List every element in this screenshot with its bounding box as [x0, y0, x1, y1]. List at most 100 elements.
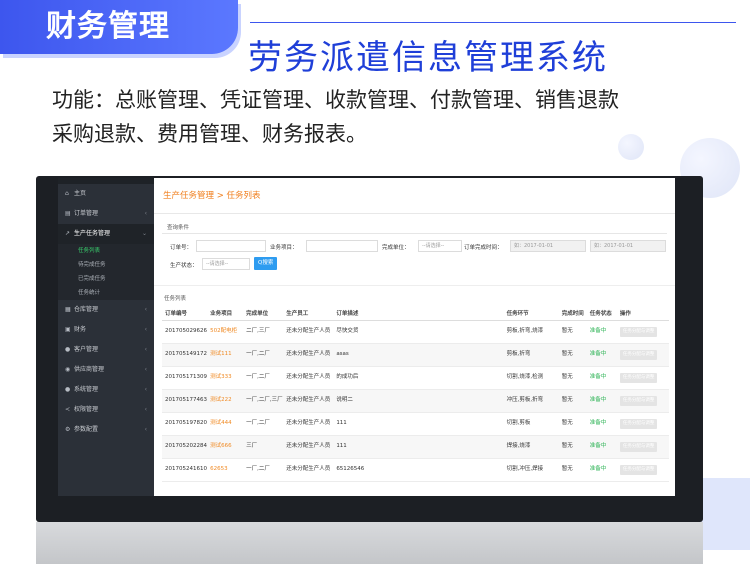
table-cell: 焊接,烧漆	[503, 435, 559, 459]
chevron-icon: ‹	[144, 346, 147, 353]
sidebar-item-icon: ≺	[65, 406, 71, 413]
sidebar-subitem[interactable]: 任务统计	[58, 286, 154, 300]
sidebar-item[interactable]: ▤ 订单管理 ‹	[58, 204, 154, 224]
table-cell: 一厂,二厂,三厂	[243, 389, 284, 413]
table-cell: 暂无	[558, 435, 587, 459]
business-input[interactable]	[306, 240, 378, 252]
unit-label: 完成单位：	[382, 245, 410, 251]
table-cell: asas	[333, 343, 504, 367]
chevron-icon: ‹	[144, 406, 147, 413]
sidebar-item-icon: ⚙	[65, 426, 71, 433]
date-to-input[interactable]: 如：2017-01-01	[590, 240, 666, 252]
order-no-label: 订单号：	[170, 245, 193, 251]
table-row: 201705029626 502配电柜 二厂,三厂 还未分配生产人员 尽快交货 剪板,折弯…	[162, 320, 669, 344]
table-cell: 一厂,二厂	[243, 343, 284, 367]
table-cell: 测试666	[207, 435, 244, 459]
sidebar-item[interactable]: ⚙ 参数配置 ‹	[58, 420, 154, 440]
task-table: 订单编号 业务项目 完成单位 生产员工 订单描述 任务环节 完成时间 任务状态 操作 20170…	[162, 306, 669, 482]
table-cell: 准备中	[586, 435, 617, 459]
assign-task-button[interactable]: 任务分配与调整	[619, 372, 658, 383]
sidebar-item[interactable]: ● 系统管理 ‹	[58, 380, 154, 400]
status-select[interactable]: --请选择--	[202, 258, 250, 270]
sidebar-item[interactable]: ● 客户管理 ‹	[58, 340, 154, 360]
table-cell: 暂无	[558, 343, 587, 367]
sidebar-subitem[interactable]: 已完成任务	[58, 272, 154, 286]
list-section-label: 任务列表	[154, 285, 675, 302]
table-cell: 201705171309	[162, 366, 208, 390]
decor-bubble	[618, 134, 644, 160]
deadline-label: 订单完成时间：	[464, 245, 503, 251]
unit-select[interactable]: --请选择--	[418, 240, 462, 252]
app-screen: ⌂ 主页 ▤ 订单管理 ‹ ↗ 生产任务管理 ⌄ 任务列表 待完成任务 已完成任务 任务统计 ▦ 仓库管理…	[58, 178, 675, 496]
table-row: 201705202284 测试666 三厂 还未分配生产人员 111 焊接,烧漆 暂无 准备中…	[162, 435, 669, 459]
sidebar-item[interactable]: ≺ 权限管理 ‹	[58, 400, 154, 420]
table-cell: 三厂	[243, 435, 284, 459]
table-row: 201705149172 测试111 一厂,二厂 还未分配生产人员 asas 剪板,折弯暂…	[162, 343, 669, 367]
section-badge: 财务管理	[0, 0, 238, 54]
table-cell: 测试222	[207, 389, 244, 413]
table-cell: 201705202284	[162, 435, 208, 459]
table-cell: 测试333	[207, 366, 244, 390]
sidebar-item-label: 生产任务管理	[74, 230, 111, 237]
sidebar-item-icon: ●	[65, 386, 71, 393]
sidebar-subitem[interactable]: 待完成任务	[58, 258, 154, 272]
sidebar-item-icon: ●	[65, 346, 71, 353]
sidebar-subitem[interactable]: 任务列表	[58, 244, 154, 258]
date-from-input[interactable]: 如：2017-01-01	[510, 240, 586, 252]
table-cell: 还未分配生产人员	[283, 389, 334, 413]
decor-panel	[700, 478, 750, 550]
chevron-icon: ‹	[144, 210, 147, 217]
sidebar-item[interactable]: ⌂ 主页	[58, 184, 154, 204]
table-cell: 准备中	[586, 389, 617, 413]
sidebar-item-icon: ↗	[65, 230, 71, 237]
assign-task-button[interactable]: 任务分配与调整	[619, 418, 658, 429]
column-header: 订单编号	[162, 306, 208, 321]
chevron-icon: ‹	[144, 306, 147, 313]
sidebar-item[interactable]: ◉ 供应商管理 ‹	[58, 360, 154, 380]
table-cell: 准备中	[586, 412, 617, 436]
sidebar-submenu: 任务列表 待完成任务 已完成任务 任务统计	[58, 244, 154, 300]
table-row: 201705171309 测试333 一厂,二厂 还未分配生产人员 的成功后 切割,烧漆,…	[162, 366, 669, 390]
table-cell: 还未分配生产人员	[283, 366, 334, 390]
table-cell: 任务分配与调整	[616, 458, 669, 482]
search-button[interactable]: Q搜索	[254, 257, 278, 270]
table-cell: 还未分配生产人员	[283, 435, 334, 459]
column-header: 完成时间	[558, 306, 587, 321]
sidebar-item-icon: ▣	[65, 326, 71, 333]
assign-task-button[interactable]: 任务分配与调整	[619, 464, 658, 475]
table-row: 201705177463 测试222 一厂,二厂,三厂 还未分配生产人员 说明二 冲压,剪…	[162, 389, 669, 413]
query-form: 订单号： 业务项目： 完成单位： --请选择-- 订单完成时间： 如：2017-…	[162, 233, 667, 279]
query-section-label: 查询条件	[167, 225, 190, 231]
page-title: 劳务派遣信息管理系统	[248, 38, 608, 78]
table-cell: 测试444	[207, 412, 244, 436]
sidebar-item-icon: ⌂	[65, 190, 69, 197]
sidebar-item[interactable]: ▣ 财务 ‹	[58, 320, 154, 340]
column-header: 操作	[616, 306, 669, 321]
sidebar-item-label: 主页	[74, 190, 87, 197]
sidebar-item-icon: ◉	[65, 366, 71, 373]
assign-task-button[interactable]: 任务分配与调整	[619, 349, 658, 360]
feature-description-line-2: 采购退款、费用管理、财务报表。	[52, 122, 367, 146]
assign-task-button[interactable]: 任务分配与调整	[619, 441, 658, 452]
chevron-icon: ‹	[144, 326, 147, 333]
table-cell: 准备中	[586, 458, 617, 482]
assign-task-button[interactable]: 任务分配与调整	[619, 395, 658, 406]
sidebar-item[interactable]: ↗ 生产任务管理 ⌄	[58, 224, 154, 244]
table-cell: 说明二	[333, 389, 504, 413]
main-content: 生产任务管理 > 任务列表 查询条件 订单号： 业务项目： 完成单位： --请选…	[154, 178, 675, 496]
table-cell: 暂无	[558, 412, 587, 436]
sidebar-item-label: 权限管理	[74, 406, 99, 413]
order-no-input[interactable]	[196, 240, 266, 252]
table-cell: 尽快交货	[333, 320, 504, 344]
sidebar-item-label: 仓库管理	[74, 306, 99, 313]
table-cell: 201705029626	[162, 320, 208, 344]
table-cell: 任务分配与调整	[616, 412, 669, 436]
column-header: 生产员工	[283, 306, 334, 321]
table-cell: 切割,冲压,焊接	[503, 458, 559, 482]
assign-task-button[interactable]: 任务分配与调整	[619, 326, 658, 337]
table-cell: 201705241610	[162, 458, 208, 482]
table-row: 201705241610 62653 一厂,二厂 还未分配生产人员 65126546 切割…	[162, 458, 669, 482]
sidebar-item[interactable]: ▦ 仓库管理 ‹	[58, 300, 154, 320]
table-cell: 切割,剪板	[503, 412, 559, 436]
table-cell: 暂无	[558, 320, 587, 344]
